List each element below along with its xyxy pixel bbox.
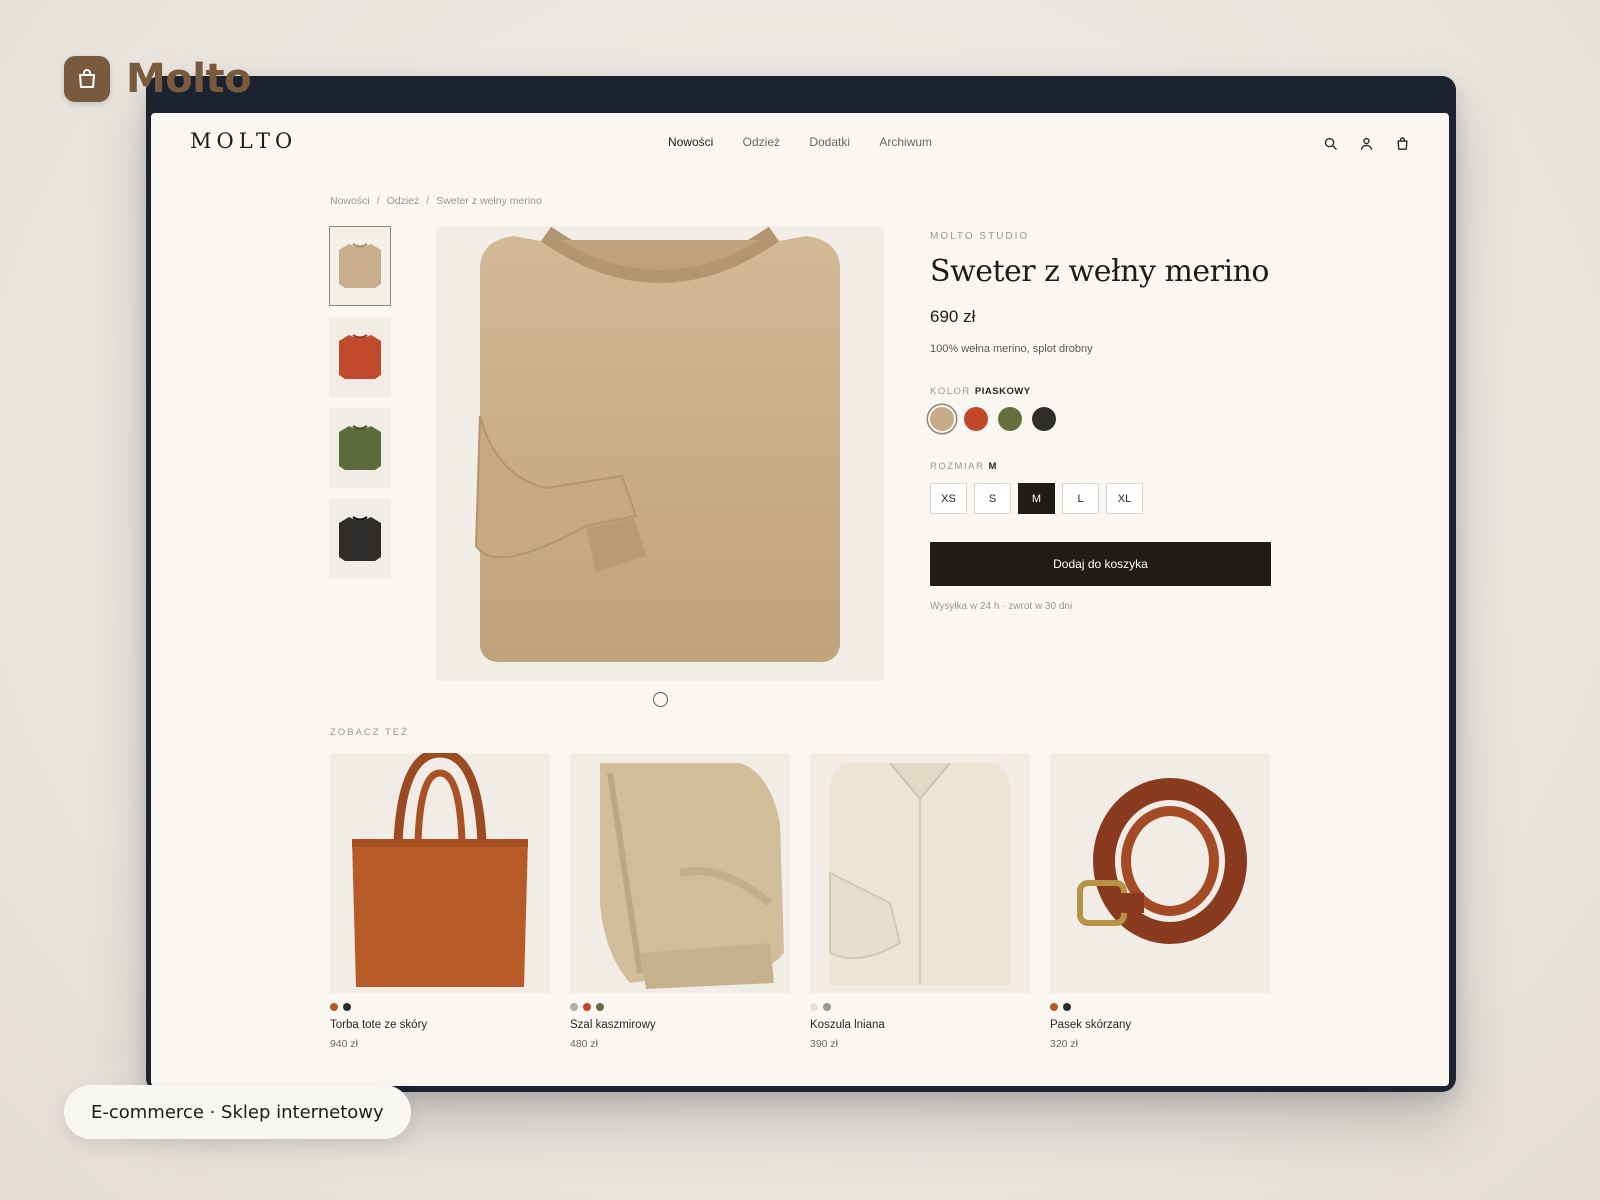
thumbnail-rust[interactable]	[329, 317, 391, 397]
linen-shirt-image	[829, 762, 1010, 985]
product-card-image[interactable]	[330, 753, 550, 993]
related-products: Torba tote ze skóry 940 zł Szal kaszmiro…	[330, 753, 1270, 1050]
app-badge: Molto	[64, 56, 252, 102]
search-icon[interactable]	[1321, 134, 1339, 152]
tote-bag-image	[352, 753, 528, 987]
leather-belt-image	[1077, 778, 1247, 944]
product-main-image[interactable]	[436, 226, 884, 681]
site-header: MOLTO Nowości Odzież Dodatki Archiwum	[151, 113, 1449, 171]
color-dots	[570, 1003, 790, 1011]
product-title: Sweter z wełny merino	[930, 254, 1270, 289]
header-icons	[1321, 134, 1411, 152]
color-dot[interactable]	[583, 1003, 591, 1011]
color-dots	[1050, 1003, 1270, 1011]
size-option-xl[interactable]: XL	[1106, 483, 1143, 514]
size-option-m[interactable]: M	[1018, 483, 1055, 514]
sweater-thumbnail-image	[339, 334, 381, 379]
product-brand: MOLTO STUDIO	[930, 231, 1030, 242]
breadcrumb-item[interactable]: Odzież	[387, 195, 420, 207]
breadcrumb-current: Sweter z wełny merino	[436, 195, 542, 207]
nav-item-dodatki[interactable]: Dodatki	[809, 135, 850, 149]
product-thumbnails	[329, 226, 391, 590]
nav-item-nowosci[interactable]: Nowości	[668, 135, 713, 149]
breadcrumb-separator: /	[426, 195, 430, 207]
product-card-image[interactable]	[810, 753, 1030, 993]
category-pill: E-commerce · Sklep internetowy	[64, 1085, 411, 1139]
product-card-name[interactable]: Szal kaszmirowy	[570, 1019, 790, 1031]
add-to-cart-button[interactable]: Dodaj do koszyka	[930, 542, 1271, 586]
color-dot[interactable]	[1063, 1003, 1071, 1011]
color-swatch-rust[interactable]	[964, 407, 988, 431]
carousel-indicator[interactable]	[653, 692, 668, 707]
sweater-thumbnail-image	[339, 425, 381, 470]
sweater-thumbnail-image	[339, 243, 381, 288]
product-price: 690 zł	[930, 307, 976, 326]
color-dot[interactable]	[596, 1003, 604, 1011]
thumbnail-sand[interactable]	[329, 226, 391, 306]
bag-icon[interactable]	[1393, 134, 1411, 152]
product-card-price: 480 zł	[570, 1038, 599, 1050]
user-icon[interactable]	[1357, 134, 1375, 152]
nav-item-odziez[interactable]: Odzież	[743, 135, 780, 149]
color-dots	[810, 1003, 1030, 1011]
size-label-text: ROZMIAR	[930, 461, 985, 472]
scarf-image	[600, 763, 784, 989]
product-info: MOLTO STUDIO Sweter z wełny merino 690 z…	[930, 231, 1272, 612]
size-selected-value: M	[988, 461, 997, 472]
color-label: KOLOR PIASKOWY	[930, 386, 1272, 397]
size-label: ROZMIAR M	[930, 461, 1272, 472]
breadcrumb: Nowości / Odzież / Sweter z wełny merino	[330, 195, 542, 207]
product-card-name[interactable]: Torba tote ze skóry	[330, 1019, 550, 1031]
product-card[interactable]: Pasek skórzany 320 zł	[1050, 753, 1270, 1050]
product-card[interactable]: Torba tote ze skóry 940 zł	[330, 753, 550, 1050]
color-swatch-sand[interactable]	[930, 407, 954, 431]
product-card[interactable]: Szal kaszmirowy 480 zł	[570, 753, 790, 1050]
color-swatch-olive[interactable]	[998, 407, 1022, 431]
color-selected-value: PIASKOWY	[974, 386, 1031, 397]
thumbnail-charcoal[interactable]	[329, 499, 391, 579]
color-swatch-charcoal[interactable]	[1032, 407, 1056, 431]
size-options: XS S M L XL	[930, 483, 1272, 514]
color-dots	[330, 1003, 550, 1011]
browser-screen: MOLTO Nowości Odzież Dodatki Archiwum No…	[151, 113, 1449, 1086]
shopping-bag-icon	[64, 56, 110, 102]
product-card-name[interactable]: Koszula lniana	[810, 1019, 1030, 1031]
sweater-image	[474, 226, 840, 663]
product-card[interactable]: Koszula lniana 390 zł	[810, 753, 1030, 1050]
color-dot[interactable]	[570, 1003, 578, 1011]
color-dot[interactable]	[343, 1003, 351, 1011]
breadcrumb-separator: /	[376, 195, 380, 207]
color-swatches	[930, 407, 1272, 431]
sweater-thumbnail-image	[339, 516, 381, 561]
main-nav: Nowości Odzież Dodatki Archiwum	[151, 135, 1449, 149]
product-card-image[interactable]	[1050, 753, 1270, 993]
color-label-text: KOLOR	[930, 386, 971, 397]
color-dot[interactable]	[823, 1003, 831, 1011]
shipping-info: Wysyłka w 24 h · zwrot w 30 dni	[930, 601, 1073, 612]
size-option-l[interactable]: L	[1062, 483, 1099, 514]
size-option-s[interactable]: S	[974, 483, 1011, 514]
color-dot[interactable]	[810, 1003, 818, 1011]
thumbnail-olive[interactable]	[329, 408, 391, 488]
color-dot[interactable]	[330, 1003, 338, 1011]
product-card-price: 390 zł	[810, 1038, 839, 1050]
nav-item-archiwum[interactable]: Archiwum	[879, 135, 932, 149]
breadcrumb-item[interactable]: Nowości	[330, 195, 370, 207]
product-card-image[interactable]	[570, 753, 790, 993]
product-card-price: 320 zł	[1050, 1038, 1079, 1050]
color-dot[interactable]	[1050, 1003, 1058, 1011]
related-heading: ZOBACZ TEŻ	[330, 727, 409, 738]
size-option-xs[interactable]: XS	[930, 483, 967, 514]
product-card-price: 940 zł	[330, 1038, 359, 1050]
product-description: 100% wełna merino, splot drobny	[930, 343, 1093, 355]
product-card-name[interactable]: Pasek skórzany	[1050, 1019, 1270, 1031]
app-name: Molto	[126, 56, 252, 102]
